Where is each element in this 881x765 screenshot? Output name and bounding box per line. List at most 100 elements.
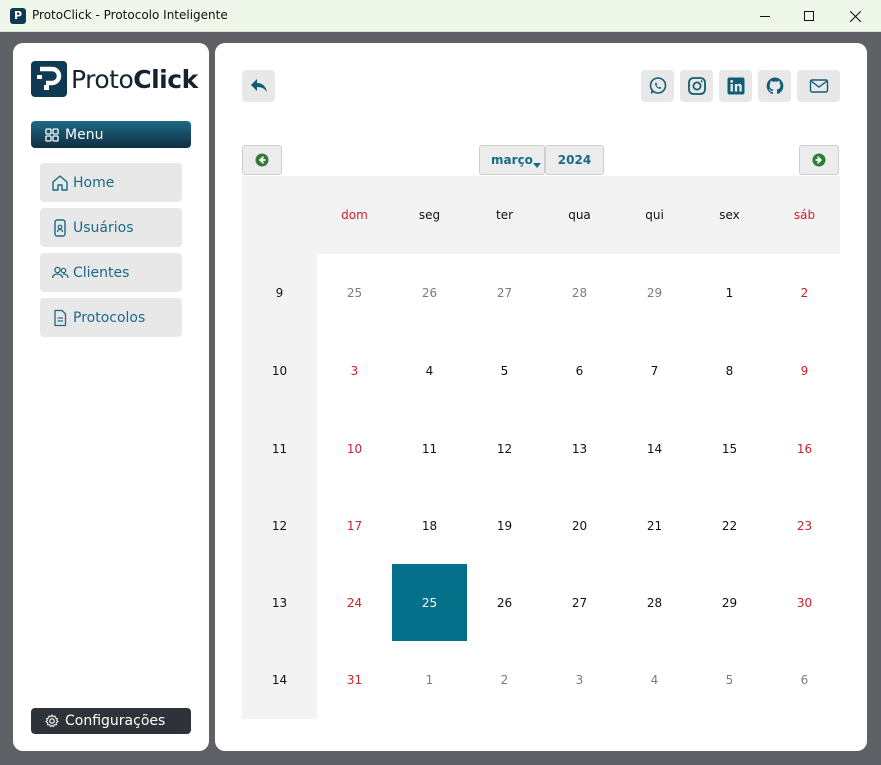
calendar-day[interactable]: 15 xyxy=(692,410,767,487)
calendar-day[interactable]: 16 xyxy=(767,410,842,487)
sidebar-item-usuarios[interactable]: Usuários xyxy=(40,208,182,247)
week-number: 12 xyxy=(271,518,288,533)
sidebar-item-protocolos[interactable]: Protocolos xyxy=(40,298,182,337)
whatsapp-icon xyxy=(649,77,666,94)
mail-button[interactable] xyxy=(797,70,840,102)
calendar-day[interactable]: 27 xyxy=(467,254,542,331)
weekday-header: ter xyxy=(495,208,514,222)
linkedin-icon xyxy=(727,77,744,95)
instagram-icon xyxy=(687,77,706,95)
calendar-day[interactable]: 14 xyxy=(617,410,692,487)
year-select[interactable]: 2024 xyxy=(545,145,604,175)
next-month-button[interactable] xyxy=(799,145,839,175)
calendar-day[interactable]: 28 xyxy=(617,564,692,641)
calendar-day[interactable]: 28 xyxy=(542,254,617,331)
back-button[interactable] xyxy=(242,70,275,102)
calendar-day[interactable]: 17 xyxy=(317,487,392,564)
calendar-day[interactable]: 26 xyxy=(467,564,542,641)
minimize-button[interactable] xyxy=(742,0,788,32)
week-number: 14 xyxy=(271,672,288,687)
maximize-button[interactable] xyxy=(786,0,832,32)
close-icon xyxy=(849,10,861,22)
github-button[interactable] xyxy=(758,70,791,102)
calendar-day[interactable]: 8 xyxy=(692,332,767,409)
calendar-day[interactable]: 25 xyxy=(317,254,392,331)
phone-user-icon xyxy=(51,218,69,237)
calendar-day[interactable]: 6 xyxy=(542,332,617,409)
calendar-day[interactable]: 23 xyxy=(767,487,842,564)
weekday-header: seg xyxy=(418,208,441,222)
calendar-day[interactable]: 29 xyxy=(617,254,692,331)
settings-button[interactable]: Configurações xyxy=(31,708,191,734)
weekday-header: sáb xyxy=(793,208,816,222)
chevron-down-icon xyxy=(533,163,541,168)
users-icon xyxy=(51,264,69,282)
logo-text-light: Proto xyxy=(71,64,134,94)
whatsapp-button[interactable] xyxy=(641,70,674,102)
week-number: 10 xyxy=(271,363,288,378)
calendar-day[interactable]: 1 xyxy=(392,641,467,718)
year-label: 2024 xyxy=(557,153,592,167)
document-icon xyxy=(51,309,69,327)
home-icon xyxy=(51,174,69,192)
sidebar-item-label: Protocolos xyxy=(73,309,146,326)
calendar-day[interactable]: 5 xyxy=(692,641,767,718)
calendar-day[interactable]: 7 xyxy=(617,332,692,409)
weekday-header: sex xyxy=(719,208,740,222)
calendar-day[interactable]: 6 xyxy=(767,641,842,718)
close-button[interactable] xyxy=(832,0,878,32)
calendar-day[interactable]: 18 xyxy=(392,487,467,564)
sidebar-item-clientes[interactable]: Clientes xyxy=(40,253,182,292)
arrow-right-circle-icon xyxy=(812,153,826,167)
app-icon: P xyxy=(10,8,26,24)
calendar-day[interactable]: 10 xyxy=(317,410,392,487)
menu-button[interactable]: Menu xyxy=(31,121,191,148)
menu-label: Menu xyxy=(65,126,104,143)
arrow-left-circle-icon xyxy=(255,153,269,167)
month-select[interactable]: março xyxy=(479,145,545,175)
settings-label: Configurações xyxy=(65,713,166,729)
calendar-day[interactable]: 21 xyxy=(617,487,692,564)
calendar-day[interactable]: 31 xyxy=(317,641,392,718)
logo-text-bold: Click xyxy=(133,64,198,94)
calendar-day[interactable]: 3 xyxy=(317,332,392,409)
calendar-day[interactable]: 3 xyxy=(542,641,617,718)
maximize-icon xyxy=(804,11,814,21)
minimize-icon xyxy=(760,16,770,17)
calendar-day[interactable]: 22 xyxy=(692,487,767,564)
calendar-day[interactable]: 12 xyxy=(467,410,542,487)
week-number: 11 xyxy=(271,441,288,456)
calendar-day[interactable]: 2 xyxy=(767,254,842,331)
week-number: 13 xyxy=(271,595,288,610)
calendar-day[interactable]: 5 xyxy=(467,332,542,409)
previous-month-button[interactable] xyxy=(242,145,282,175)
sidebar-item-label: Usuários xyxy=(73,219,134,236)
calendar-day[interactable]: 26 xyxy=(392,254,467,331)
calendar-day[interactable]: 11 xyxy=(392,410,467,487)
calendar-day[interactable]: 4 xyxy=(617,641,692,718)
calendar-day[interactable]: 1 xyxy=(692,254,767,331)
calendar-day[interactable]: 13 xyxy=(542,410,617,487)
mail-icon xyxy=(809,79,828,93)
linkedin-button[interactable] xyxy=(719,70,752,102)
calendar-day[interactable]: 24 xyxy=(317,564,392,641)
calendar-day[interactable]: 20 xyxy=(542,487,617,564)
calendar-day[interactable]: 30 xyxy=(767,564,842,641)
instagram-button[interactable] xyxy=(680,70,713,102)
calendar-day-selected[interactable]: 25 xyxy=(392,564,467,641)
weekday-header: dom xyxy=(341,208,368,222)
calendar-day[interactable]: 19 xyxy=(467,487,542,564)
sidebar-item-home[interactable]: Home xyxy=(40,163,182,202)
logo-text: ProtoClick xyxy=(71,65,198,94)
grid-icon xyxy=(45,127,59,142)
calendar-day[interactable]: 4 xyxy=(392,332,467,409)
weekday-header: qua xyxy=(568,208,591,222)
calendar-day[interactable]: 29 xyxy=(692,564,767,641)
reply-arrow-icon xyxy=(250,79,267,92)
calendar-day[interactable]: 27 xyxy=(542,564,617,641)
calendar-grid: dom seg ter qua qui sex sáb 9 25 26 27 28 29 1 2 10 3 4 5 6… xyxy=(242,176,840,719)
window-title: ProtoClick - Protocolo Inteligente xyxy=(32,8,228,22)
calendar-day[interactable]: 2 xyxy=(467,641,542,718)
calendar-day[interactable]: 9 xyxy=(767,332,842,409)
weekday-header: qui xyxy=(645,208,664,222)
